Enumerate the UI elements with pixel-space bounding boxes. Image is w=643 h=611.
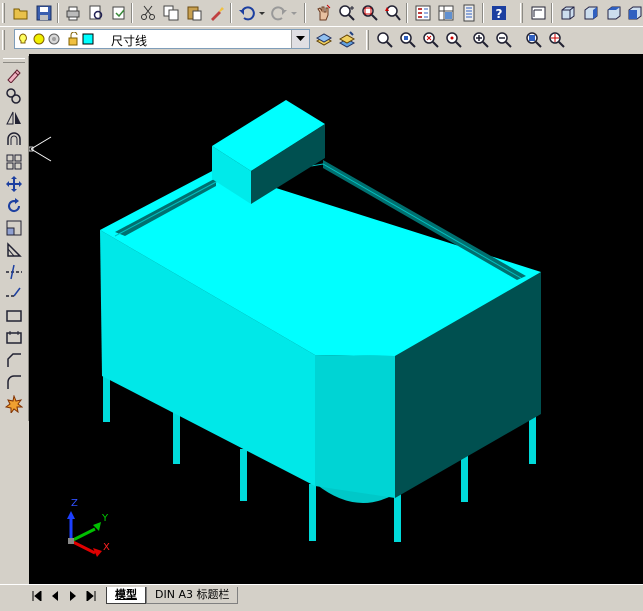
cursor-crosshair <box>30 136 52 162</box>
toolbar-grip[interactable] <box>2 3 5 23</box>
svg-text:?: ? <box>495 7 502 21</box>
standard-toolbar: ? <box>0 0 643 27</box>
properties-icon[interactable] <box>412 2 433 23</box>
redo-dropdown-icon[interactable] <box>289 2 299 23</box>
view-right-icon[interactable] <box>580 2 601 23</box>
zoom-window-icon[interactable] <box>359 2 380 23</box>
column-leg <box>529 414 536 464</box>
move-icon[interactable] <box>4 174 24 194</box>
zoom-out-icon[interactable] <box>493 29 514 50</box>
zoom-center-icon[interactable] <box>443 29 464 50</box>
publish-icon[interactable] <box>108 2 129 23</box>
zoom-realtime-icon[interactable] <box>336 2 357 23</box>
copy-object-icon[interactable] <box>4 86 24 106</box>
layer-dropdown[interactable]: 尺寸线 <box>14 29 310 49</box>
cut-icon[interactable] <box>137 2 158 23</box>
matchprop-icon[interactable] <box>206 2 227 23</box>
zoom-scale-icon[interactable] <box>420 29 441 50</box>
designcenter-icon[interactable] <box>435 2 456 23</box>
help-icon[interactable]: ? <box>488 2 509 23</box>
tab-model[interactable]: 模型 <box>106 587 146 604</box>
mirror-icon[interactable] <box>4 108 24 128</box>
column-leg <box>173 409 180 464</box>
column-leg <box>309 484 316 541</box>
zoom-previous-icon[interactable] <box>382 2 403 23</box>
explode-icon[interactable] <box>4 394 24 414</box>
tab-din-a3[interactable]: DIN A3 标题栏 <box>146 587 239 604</box>
offset-icon[interactable] <box>4 130 24 150</box>
ucs-x-label: X <box>103 542 110 553</box>
extend-icon[interactable] <box>4 284 24 304</box>
chevron-down-icon[interactable] <box>291 30 309 48</box>
erase-icon[interactable] <box>4 64 24 84</box>
column-leg <box>461 454 468 502</box>
column-leg <box>240 449 247 501</box>
chamfer-face <box>315 355 395 498</box>
first-tab-icon[interactable] <box>30 589 44 603</box>
layer-manager-icon[interactable] <box>336 29 357 50</box>
modify-toolbar <box>0 56 29 421</box>
column-leg <box>103 374 110 422</box>
next-tab-icon[interactable] <box>66 589 80 603</box>
paste-icon[interactable] <box>183 2 204 23</box>
previous-tab-icon[interactable] <box>48 589 62 603</box>
layer-previous-icon[interactable] <box>313 29 334 50</box>
zoom-in-icon[interactable] <box>470 29 491 50</box>
view-iso-icon[interactable] <box>603 2 624 23</box>
last-tab-icon[interactable] <box>84 589 98 603</box>
view-front-icon[interactable] <box>557 2 578 23</box>
copy-icon[interactable] <box>160 2 181 23</box>
zoom-window-icon[interactable] <box>374 29 395 50</box>
column-leg <box>394 492 401 542</box>
join-icon[interactable] <box>4 328 24 348</box>
zoom-dynamic-icon[interactable] <box>397 29 418 50</box>
rotate-icon[interactable] <box>4 196 24 216</box>
array-icon[interactable] <box>4 152 24 172</box>
view-top-icon[interactable] <box>624 2 643 23</box>
open-icon[interactable] <box>10 2 31 23</box>
pan-icon[interactable] <box>312 2 333 23</box>
zoom-all-icon[interactable] <box>523 29 544 50</box>
chamfer-icon[interactable] <box>4 350 24 370</box>
print-icon[interactable] <box>62 2 83 23</box>
save-icon[interactable] <box>33 2 54 23</box>
zoom-extents-icon[interactable] <box>546 29 567 50</box>
undo-icon[interactable] <box>236 2 257 23</box>
layout-tabs-bar: 模型 DIN A3 标题栏 <box>0 584 643 611</box>
redo-icon[interactable] <box>268 2 289 23</box>
toolbar-grip[interactable] <box>3 58 25 63</box>
preview-icon[interactable] <box>85 2 106 23</box>
break-icon[interactable] <box>4 306 24 326</box>
ucs-axis-icon <box>67 511 102 557</box>
scale-icon[interactable] <box>4 218 24 238</box>
building-model: Z Y X <box>28 100 541 557</box>
toolpalette-icon[interactable] <box>458 2 479 23</box>
undo-dropdown-icon[interactable] <box>257 2 267 23</box>
ucs-z-label: Z <box>71 498 78 509</box>
layer-state-icons <box>19 32 94 46</box>
toolbar-grip[interactable] <box>2 30 5 50</box>
fillet-icon[interactable] <box>4 372 24 392</box>
current-layer-name: 尺寸线 <box>111 34 148 48</box>
stretch-icon[interactable] <box>4 240 24 260</box>
ucs-y-label: Y <box>101 513 109 524</box>
ucs-icon[interactable] <box>528 2 549 23</box>
model-space-viewport[interactable]: Z Y X <box>28 54 643 584</box>
trim-icon[interactable] <box>4 262 24 282</box>
